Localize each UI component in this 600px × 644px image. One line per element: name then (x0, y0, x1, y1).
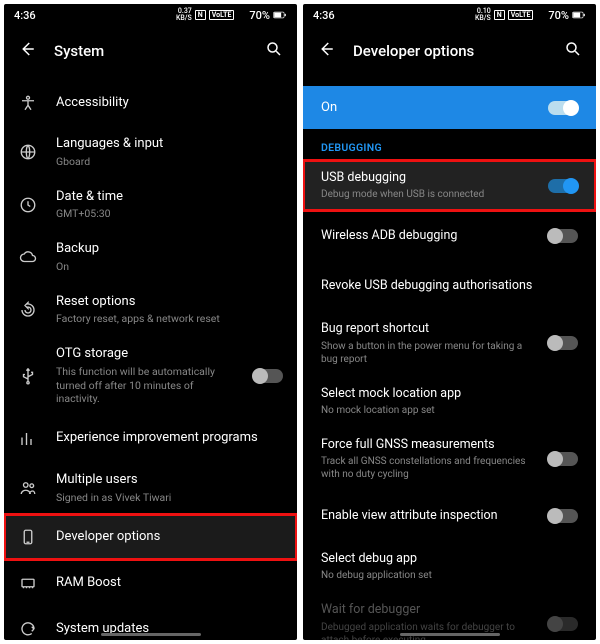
system-settings-screen: 4:36 0.37 KB/S N VoLTE 70% System Access… (4, 4, 297, 640)
nfc-icon: N (494, 10, 505, 20)
row-experience-improvement[interactable]: Experience improvement programs (4, 416, 297, 462)
row-label: Revoke USB debugging authorisations (321, 278, 578, 294)
row-label: Developer options (56, 529, 283, 546)
battery-percent: 70% (249, 9, 270, 22)
back-icon[interactable] (18, 40, 36, 62)
gnss-toggle[interactable] (548, 452, 578, 466)
row-reset-options[interactable]: Reset optionsFactory reset, apps & netwo… (4, 284, 297, 337)
row-sub: Show a button in the power menu for taki… (321, 340, 534, 366)
nav-handle[interactable] (101, 633, 201, 636)
row-developer-options[interactable]: Developer options (4, 514, 297, 560)
row-label: RAM Boost (56, 575, 283, 592)
row-label: Select debug app (321, 551, 578, 567)
usb-icon (18, 367, 38, 385)
row-label: Wait for debugger (321, 602, 534, 618)
row-select-debug-app[interactable]: Select debug app No debug application set (303, 541, 596, 592)
users-icon (18, 479, 38, 497)
phone-icon (18, 528, 38, 546)
row-label: Multiple users (56, 472, 283, 489)
page-title: System (54, 42, 247, 60)
row-sub: Debug mode when USB is connected (321, 188, 534, 201)
row-label: OTG storage (56, 346, 235, 363)
accessibility-icon (18, 94, 38, 112)
row-label: Accessibility (56, 95, 283, 112)
row-wireless-adb[interactable]: Wireless ADB debugging (303, 211, 596, 261)
nav-handle[interactable] (400, 633, 500, 636)
row-label: Backup (56, 241, 283, 258)
row-sub: On (56, 260, 283, 274)
net-speed-unit: KB/S (475, 15, 491, 22)
back-icon[interactable] (317, 40, 335, 62)
row-sub: No mock location app set (321, 404, 578, 417)
row-sub: This function will be automatically turn… (56, 365, 235, 406)
globe-icon (18, 143, 38, 161)
search-icon[interactable] (564, 40, 582, 62)
row-backup[interactable]: Backup On (4, 231, 297, 284)
nfc-icon: N (195, 10, 206, 20)
view-attribute-toggle[interactable] (548, 509, 578, 523)
ram-icon (18, 574, 38, 592)
row-sub: Gboard (56, 155, 283, 169)
section-debugging: DEBUGGING (303, 129, 596, 160)
status-time: 4:36 (14, 9, 36, 22)
master-toggle-row[interactable]: On (303, 86, 596, 129)
row-sub: GMT+05:30 (56, 207, 283, 221)
reset-icon (18, 301, 38, 319)
row-label: Wireless ADB debugging (321, 228, 534, 244)
row-languages-input[interactable]: Languages & input Gboard (4, 126, 297, 179)
row-sub: Debugged application waits for debugger … (321, 621, 534, 641)
status-bar: 4:36 0.37 KB/S N VoLTE 70% (4, 4, 297, 26)
row-label: Bug report shortcut (321, 321, 534, 337)
row-sub: Signed in as Vivek Tiwari (56, 491, 283, 505)
row-otg-storage[interactable]: OTG storage This function will be automat… (4, 336, 297, 416)
chart-icon (18, 430, 38, 448)
volte-icon: VoLTE (209, 10, 235, 20)
status-time: 4:36 (313, 9, 335, 22)
clock-icon (18, 196, 38, 214)
net-speed-unit: KB/S (176, 15, 192, 22)
row-ram-boost[interactable]: RAM Boost (4, 560, 297, 606)
developer-options-screen: 4:36 0.10 KB/S N VoLTE 70% Developer opt… (303, 4, 596, 640)
wait-debugger-toggle (548, 617, 578, 631)
master-toggle[interactable] (548, 101, 578, 115)
row-label: USB debugging (321, 170, 534, 186)
row-label: Languages & input (56, 136, 283, 153)
battery-percent: 70% (548, 9, 569, 22)
row-view-attribute[interactable]: Enable view attribute inspection (303, 491, 596, 541)
page-title: Developer options (353, 42, 546, 60)
row-force-gnss[interactable]: Force full GNSS measurements Track all GN… (303, 427, 596, 491)
row-revoke-usb[interactable]: Revoke USB debugging authorisations (303, 261, 596, 311)
row-label: Enable view attribute inspection (321, 508, 534, 524)
volte-icon: VoLTE (508, 10, 534, 20)
row-mock-location[interactable]: Select mock location app No mock location… (303, 376, 596, 427)
otg-toggle[interactable] (253, 369, 283, 383)
battery-icon (273, 10, 287, 20)
usb-debugging-toggle[interactable] (548, 179, 578, 193)
update-icon (18, 620, 38, 638)
row-bug-report-shortcut[interactable]: Bug report shortcut Show a button in the … (303, 311, 596, 375)
row-sub: No debug application set (321, 569, 578, 582)
header: Developer options (303, 26, 596, 80)
search-icon[interactable] (265, 40, 283, 62)
row-label: Date & time (56, 189, 283, 206)
row-sub: Factory reset, apps & network reset (56, 312, 283, 326)
status-bar: 4:36 0.10 KB/S N VoLTE 70% (303, 4, 596, 26)
cloud-icon (18, 248, 38, 266)
settings-list: Accessibility Languages & input Gboard Da… (4, 80, 297, 640)
row-accessibility[interactable]: Accessibility (4, 80, 297, 126)
row-label: Force full GNSS measurements (321, 437, 534, 453)
on-label: On (321, 100, 337, 115)
row-sub: Track all GNSS constellations and freque… (321, 455, 534, 481)
row-label: Select mock location app (321, 386, 578, 402)
row-multiple-users[interactable]: Multiple users Signed in as Vivek Tiwari (4, 462, 297, 515)
row-label: Experience improvement programs (56, 430, 283, 447)
row-usb-debugging[interactable]: USB debugging Debug mode when USB is conn… (303, 160, 596, 211)
row-date-time[interactable]: Date & timeGMT+05:30 (4, 179, 297, 232)
row-label: Reset options (56, 294, 283, 311)
battery-icon (572, 10, 586, 20)
wireless-adb-toggle[interactable] (548, 229, 578, 243)
header: System (4, 26, 297, 80)
bug-report-toggle[interactable] (548, 336, 578, 350)
